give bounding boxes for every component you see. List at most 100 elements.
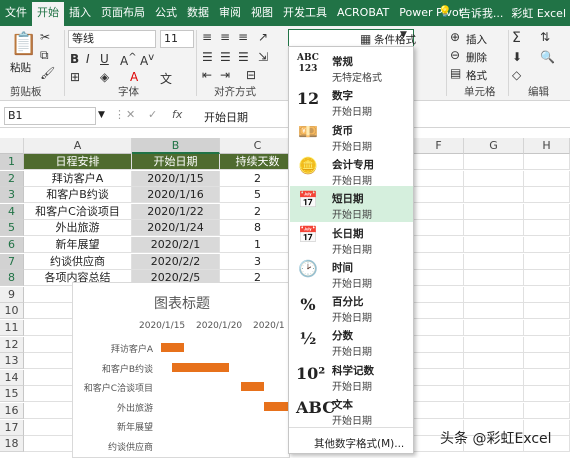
fill-color-icon[interactable]: ◈ [100, 70, 109, 84]
cell[interactable] [464, 303, 524, 320]
name-box[interactable]: B1 [4, 107, 96, 125]
font-color-icon[interactable]: A [130, 70, 138, 84]
clear-icon[interactable]: ◇ [512, 68, 521, 82]
format-label[interactable]: 格式 [466, 68, 487, 83]
cell[interactable] [414, 203, 464, 220]
cell[interactable] [414, 369, 464, 386]
cell[interactable]: 和客户C洽谈项目 [24, 203, 132, 220]
number-format-option[interactable]: ½ 分数 开始日期 [290, 323, 413, 359]
number-format-option[interactable]: 💴 货币 开始日期 [290, 118, 413, 154]
cell[interactable]: 约谈供应商 [24, 253, 132, 270]
cell[interactable] [464, 369, 524, 386]
cell[interactable]: 3 [220, 253, 296, 270]
conditional-format-icon[interactable]: ▦ [360, 32, 371, 46]
cell[interactable] [414, 270, 464, 287]
fx-icon[interactable]: fx [172, 108, 182, 121]
enter-icon[interactable]: ✓ [148, 108, 157, 121]
align-middle-icon[interactable]: ≡ [220, 30, 230, 44]
number-format-option[interactable]: 🪙 会计专用 开始日期 [290, 152, 413, 188]
number-format-option[interactable]: 📅 长日期 开始日期 [290, 221, 413, 257]
tab-page-layout[interactable]: 页面布局 [96, 2, 150, 26]
cell[interactable]: 拜访客户A [24, 170, 132, 187]
decrease-indent-icon[interactable]: ⇤ [202, 68, 212, 82]
row-header[interactable]: 12 [0, 336, 24, 353]
row-header[interactable]: 1 [0, 154, 24, 170]
row-header[interactable]: 7 [0, 253, 24, 270]
tab-developer[interactable]: 开发工具 [278, 2, 332, 26]
gantt-bar[interactable] [240, 382, 264, 391]
cell[interactable] [464, 286, 524, 303]
cell[interactable]: 新年展望 [24, 237, 132, 253]
cell[interactable]: 日程安排 [24, 154, 132, 170]
row-header[interactable]: 14 [0, 369, 24, 386]
column-header[interactable]: H [524, 138, 570, 154]
cell[interactable] [464, 170, 524, 187]
row-header[interactable]: 4 [0, 203, 24, 220]
cell[interactable]: 2020/1/22 [132, 203, 220, 220]
cell[interactable] [524, 270, 570, 287]
number-format-option[interactable]: ABC 文本 开始日期 [290, 392, 413, 428]
column-header[interactable]: G [464, 138, 524, 154]
cell[interactable] [524, 369, 570, 386]
tab-insert[interactable]: 插入 [64, 2, 96, 26]
tab-file[interactable]: 文件 [0, 2, 32, 26]
cell[interactable] [464, 336, 524, 353]
tab-formulas[interactable]: 公式 [150, 2, 182, 26]
cell[interactable] [524, 336, 570, 353]
cell[interactable] [524, 353, 570, 370]
cell[interactable] [414, 303, 464, 320]
cell[interactable] [524, 203, 570, 220]
cell[interactable]: 持续天数 [220, 154, 296, 170]
gantt-bar[interactable] [172, 362, 230, 372]
cell[interactable] [524, 187, 570, 204]
increase-font-icon[interactable]: A^ [120, 52, 137, 68]
align-center-icon[interactable]: ☰ [220, 50, 231, 64]
row-header[interactable]: 2 [0, 170, 24, 187]
wrap-text-icon[interactable]: ⇲ [258, 50, 268, 64]
cell[interactable] [524, 154, 570, 170]
tab-data[interactable]: 数据 [182, 2, 214, 26]
bold-icon[interactable]: B [70, 52, 79, 66]
row-header[interactable]: 9 [0, 286, 24, 303]
cell[interactable] [464, 253, 524, 270]
cell[interactable]: 开始日期 [132, 154, 220, 170]
cell[interactable] [464, 237, 524, 253]
cell[interactable] [414, 403, 464, 419]
row-header[interactable]: 10 [0, 303, 24, 320]
gantt-bar[interactable] [263, 401, 291, 411]
decrease-font-icon[interactable]: Av [140, 52, 154, 68]
cell[interactable]: 2 [220, 203, 296, 220]
number-format-option[interactable]: 🕑 时间 开始日期 [290, 255, 413, 291]
format-painter-icon[interactable]: 🖌 [40, 66, 55, 80]
phonetic-icon[interactable]: 文 [160, 70, 172, 87]
font-size-box[interactable]: 11 [160, 30, 194, 48]
increase-indent-icon[interactable]: ⇥ [220, 68, 230, 82]
cut-icon[interactable]: ✂ [40, 30, 50, 44]
delete-label[interactable]: 删除 [466, 50, 487, 65]
account-name[interactable]: 彩虹 Excel [511, 5, 566, 21]
cell[interactable] [414, 353, 464, 370]
tab-home[interactable]: 开始 [32, 2, 64, 26]
cell[interactable] [464, 403, 524, 419]
row-header[interactable]: 5 [0, 220, 24, 237]
column-header-selected[interactable]: B [132, 138, 220, 154]
formula-input[interactable]: 开始日期 [204, 109, 248, 125]
cell[interactable] [524, 286, 570, 303]
cell[interactable]: 和客户B约谈 [24, 187, 132, 204]
fill-icon[interactable]: ⬇ [512, 50, 522, 64]
delete-cells-icon[interactable]: ⊖ [450, 48, 460, 62]
cell[interactable]: 5 [220, 187, 296, 204]
cell[interactable]: 2020/1/16 [132, 187, 220, 204]
tab-review[interactable]: 审阅 [214, 2, 246, 26]
align-bottom-icon[interactable]: ≡ [238, 30, 248, 44]
column-header[interactable]: A [24, 138, 132, 154]
cell[interactable]: 2020/2/1 [132, 237, 220, 253]
row-header[interactable]: 18 [0, 436, 24, 453]
row-header[interactable]: 13 [0, 353, 24, 370]
cell[interactable]: 外出旅游 [24, 220, 132, 237]
tell-me-box[interactable]: 告诉我... [460, 5, 504, 21]
underline-icon[interactable]: U [100, 52, 109, 66]
gantt-bar[interactable] [161, 343, 184, 352]
chart[interactable]: 图表标题 2020/1/15 2020/1/20 2020/1 拜访客户A 和客户… [72, 282, 291, 458]
sort-filter-icon[interactable]: ⇅ [540, 30, 550, 44]
